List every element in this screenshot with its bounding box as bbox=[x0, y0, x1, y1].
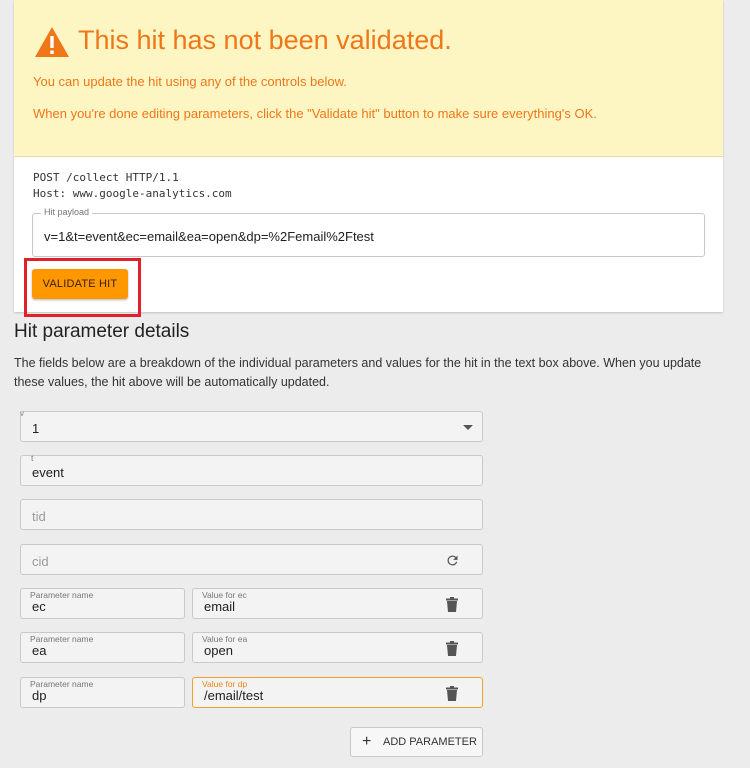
tid-field[interactable]: tid bbox=[20, 499, 483, 530]
t-field[interactable]: t event bbox=[20, 453, 483, 486]
param-name-value[interactable]: ea bbox=[32, 643, 46, 658]
v-value: 1 bbox=[32, 421, 40, 436]
param-value-field-ea[interactable]: Value for ea open bbox=[192, 632, 483, 663]
host-line: Host: www.google-analytics.com bbox=[33, 187, 232, 200]
param-name-value[interactable]: ec bbox=[32, 599, 46, 614]
param-value-field-ec[interactable]: Value for ec email bbox=[192, 588, 483, 619]
request-header: POST /collect HTTP/1.1 Host: www.google-… bbox=[33, 170, 232, 202]
warning-message: You can update the hit using any of the … bbox=[33, 74, 347, 89]
param-name-value[interactable]: dp bbox=[32, 688, 46, 703]
plus-icon: + bbox=[362, 733, 372, 750]
tid-placeholder: tid bbox=[32, 509, 46, 524]
warning-title: This hit has not been validated. bbox=[78, 25, 452, 55]
t-value[interactable]: event bbox=[32, 465, 64, 480]
cid-field[interactable]: cid bbox=[20, 544, 483, 575]
hit-parameter-details-title: Hit parameter details bbox=[14, 321, 190, 342]
trash-icon[interactable] bbox=[446, 641, 458, 656]
hit-payload-value[interactable]: v=1&t=event&ec=email&ea=open&dp=%2Femail… bbox=[44, 229, 374, 244]
param-value-value[interactable]: email bbox=[204, 599, 235, 614]
param-name-field-ec[interactable]: Parameter name ec bbox=[20, 588, 185, 619]
validate-hit-button[interactable]: VALIDATE HIT bbox=[32, 269, 128, 299]
warning-instructions: When you're done editing parameters, cli… bbox=[33, 106, 597, 121]
v-select[interactable]: v 1 bbox=[20, 409, 483, 442]
trash-icon[interactable] bbox=[446, 686, 458, 701]
param-value-field-dp[interactable]: Value for dp /email/test bbox=[192, 677, 483, 708]
hit-parameter-details-description: The fields below are a breakdown of the … bbox=[14, 356, 702, 389]
request-line: POST /collect HTTP/1.1 bbox=[33, 171, 179, 184]
param-value-value[interactable]: /email/test bbox=[204, 688, 263, 703]
v-label: v bbox=[20, 409, 24, 418]
validation-warning-banner: This hit has not been validated. You can… bbox=[14, 0, 723, 157]
cid-placeholder: cid bbox=[32, 554, 49, 569]
hit-payload-label: Hit payload bbox=[41, 207, 93, 217]
add-parameter-label: ADD PARAMETER bbox=[383, 736, 477, 748]
trash-icon[interactable] bbox=[446, 597, 458, 612]
t-label: t bbox=[31, 453, 34, 463]
param-value-value[interactable]: open bbox=[204, 643, 233, 658]
hit-payload-field[interactable]: Hit payload v=1&t=event&ec=email&ea=open… bbox=[32, 207, 705, 257]
param-name-field-ea[interactable]: Parameter name ea bbox=[20, 632, 185, 663]
caret-down-icon[interactable] bbox=[463, 425, 473, 431]
refresh-icon[interactable] bbox=[445, 553, 460, 568]
param-name-field-dp[interactable]: Parameter name dp bbox=[20, 677, 185, 708]
warning-icon bbox=[35, 27, 69, 57]
add-parameter-button[interactable]: + ADD PARAMETER bbox=[350, 727, 483, 757]
